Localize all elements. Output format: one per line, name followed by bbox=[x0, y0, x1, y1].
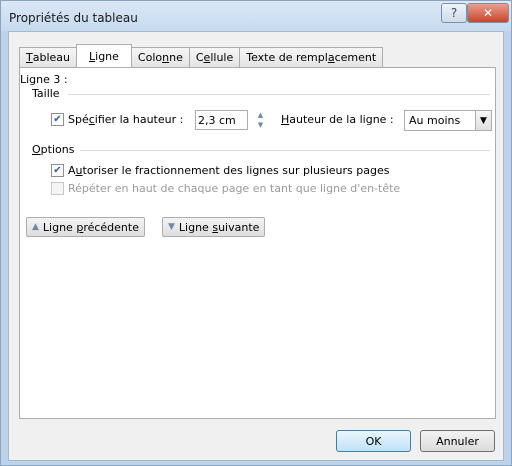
next-row-button[interactable]: ▼ Ligne suivante bbox=[162, 217, 266, 237]
close-button[interactable]: ✕ bbox=[467, 3, 509, 23]
specify-height-checkbox[interactable]: ✔ bbox=[51, 113, 64, 126]
options-group-label: Options bbox=[32, 143, 75, 156]
triangle-down-icon: ▼ bbox=[168, 222, 175, 232]
close-icon: ✕ bbox=[482, 6, 494, 20]
spin-up-icon[interactable]: ▲ bbox=[253, 110, 268, 120]
options-group-divider bbox=[80, 150, 490, 151]
allow-break-label: Autoriser le fractionnement des lignes s… bbox=[68, 164, 390, 177]
height-spinner[interactable]: ▲ ▼ bbox=[253, 110, 268, 130]
tab-ligne[interactable]: Ligne bbox=[76, 44, 132, 67]
height-value: 2,3 cm bbox=[198, 113, 236, 127]
size-group-divider bbox=[68, 94, 490, 95]
repeat-header-checkbox[interactable] bbox=[51, 182, 64, 195]
ligne-tab-panel: Ligne 3 : Taille ✔ Spécifier la hauteur … bbox=[19, 67, 496, 419]
repeat-header-label: Répéter en haut de chaque page en tant q… bbox=[68, 182, 401, 195]
tab-strip: Tableau Ligne Colo n ne Ce llule Texte de r… bbox=[19, 44, 384, 67]
triangle-up-icon: ▲ bbox=[32, 222, 39, 232]
specify-height-label: Spécifier la hauteur : bbox=[68, 113, 184, 126]
help-icon: ? bbox=[450, 6, 458, 20]
row-heading: Ligne 3 : bbox=[20, 73, 68, 86]
size-group-label: Taille bbox=[32, 87, 60, 100]
title-bar[interactable]: Propriétés du tableau ? ✕ bbox=[1, 1, 511, 31]
cancel-button[interactable]: Annuler bbox=[420, 430, 495, 452]
row-height-select[interactable]: Au moins ▼ bbox=[404, 110, 492, 131]
previous-row-button[interactable]: ▲ Ligne précédente bbox=[26, 217, 145, 237]
dropdown-arrow-icon[interactable]: ▼ bbox=[475, 111, 491, 130]
dialog-title: Propriétés du tableau bbox=[9, 11, 138, 25]
row-height-label: Hauteur de la ligne : bbox=[281, 113, 394, 126]
tab-texte-remplacement[interactable]: Texte de rempl a cement bbox=[239, 47, 384, 67]
tab-cellule[interactable]: Ce llule bbox=[188, 47, 241, 67]
allow-break-checkbox[interactable]: ✔ bbox=[51, 164, 64, 177]
spin-down-icon[interactable]: ▼ bbox=[253, 120, 268, 130]
dialog-client: Tableau Ligne Colo n ne Ce llule Texte de r… bbox=[8, 31, 504, 461]
tab-colonne[interactable]: Colo n ne bbox=[130, 47, 190, 67]
tab-tableau[interactable]: Tableau bbox=[19, 47, 77, 67]
dialog-window: Propriétés du tableau ? ✕ Tableau Ligne … bbox=[0, 0, 512, 466]
checkmark-icon: ✔ bbox=[53, 164, 62, 176]
help-button[interactable]: ? bbox=[441, 3, 467, 23]
checkmark-icon: ✔ bbox=[53, 113, 62, 125]
height-input[interactable]: 2,3 cm bbox=[195, 110, 248, 130]
ok-button[interactable]: OK bbox=[336, 430, 411, 452]
